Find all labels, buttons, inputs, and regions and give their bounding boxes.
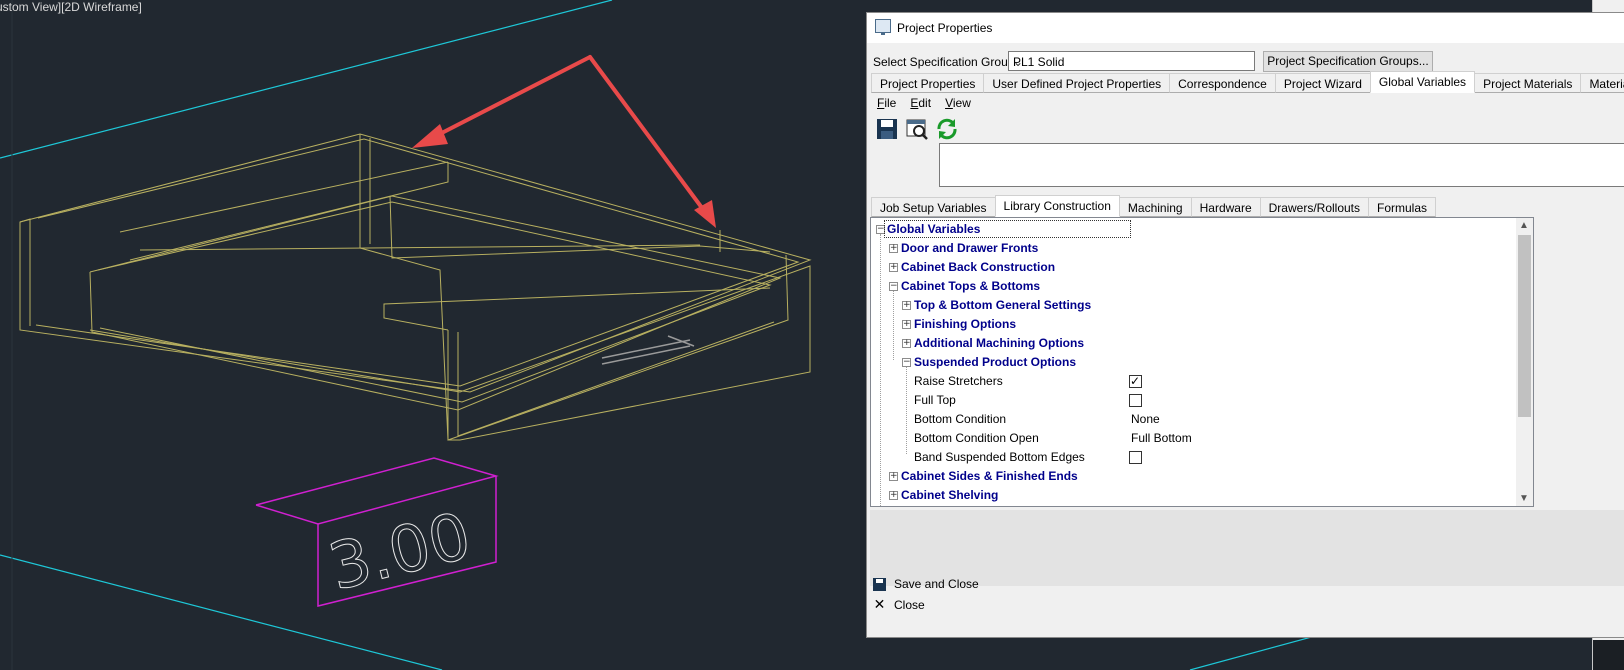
menu-view[interactable]: View — [945, 96, 971, 110]
tab-project-materials[interactable]: Project Materials — [1474, 73, 1582, 93]
tree-root[interactable]: − Global Variables — [871, 220, 1516, 239]
tree-node[interactable]: + Cabinet Sides & Finished Ends — [871, 467, 1516, 486]
tab-project-wizard[interactable]: Project Wizard — [1274, 73, 1371, 93]
scroll-up-icon[interactable]: ▲ — [1519, 220, 1529, 231]
tab-formulas[interactable]: Formulas — [1368, 197, 1437, 217]
close-icon: ✕ — [873, 597, 886, 613]
expand-icon[interactable]: + — [889, 472, 898, 481]
tree-node[interactable]: + Cabinet Back Construction — [871, 258, 1516, 277]
spec-group-select[interactable]: PL1 Solid ⌄ — [1008, 51, 1255, 71]
save-icon — [873, 577, 886, 591]
tab-correspondence[interactable]: Correspondence — [1169, 73, 1276, 93]
tab-hardware[interactable]: Hardware — [1190, 197, 1261, 217]
sub-tabs: Job Setup Variables Library Construction… — [871, 195, 1437, 217]
spec-groups-button[interactable]: Project Specification Groups... — [1263, 51, 1433, 72]
toolbar — [875, 117, 959, 141]
dimension-text: 3.00 3.00 — [321, 499, 478, 606]
refresh-icon[interactable] — [935, 117, 959, 141]
expand-icon[interactable]: + — [902, 320, 911, 329]
variables-tree[interactable]: − Global Variables + Door and Drawer Fro… — [870, 217, 1534, 507]
svg-text:3.00: 3.00 — [322, 499, 478, 605]
tree-node[interactable]: + Door and Drawer Fronts — [871, 239, 1516, 258]
tab-material-wizards[interactable]: Material Wizards — [1580, 73, 1624, 93]
main-tabs: Project Properties User Defined Project … — [871, 71, 1624, 94]
spec-group-label: Select Specification Group — [873, 55, 1015, 69]
menu-edit[interactable]: Edit — [910, 96, 931, 110]
expand-icon[interactable]: + — [889, 263, 898, 272]
property-full-top[interactable]: Full Top — [871, 391, 1516, 410]
tree-node[interactable]: − Cabinet Tops & Bottoms — [871, 277, 1516, 296]
menu-file[interactable]: File — [877, 96, 896, 110]
tab-job-setup[interactable]: Job Setup Variables — [871, 197, 996, 217]
cabinet-wireframe — [19, 133, 812, 441]
dialog-title: Project Properties — [897, 21, 993, 35]
expand-icon[interactable]: + — [902, 339, 911, 348]
save-icon[interactable] — [875, 117, 899, 141]
raise-stretchers-checkbox[interactable] — [1129, 372, 1142, 391]
property-raise-stretchers[interactable]: Raise Stretchers — [871, 372, 1516, 391]
save-and-close-label: Save and Close — [894, 577, 979, 591]
collapse-icon[interactable]: − — [902, 358, 911, 367]
band-edges-checkbox[interactable] — [1129, 451, 1142, 464]
tab-drawers-rollouts[interactable]: Drawers/Rollouts — [1259, 197, 1369, 217]
close-label: Close — [894, 598, 925, 612]
tab-library-construction[interactable]: Library Construction — [994, 195, 1120, 217]
tab-user-defined[interactable]: User Defined Project Properties — [983, 73, 1171, 93]
tree-scrollbar[interactable]: ▲ ▼ — [1516, 218, 1533, 506]
tab-project-properties[interactable]: Project Properties — [871, 73, 985, 93]
monitor-icon — [875, 19, 891, 35]
scroll-down-icon[interactable]: ▼ — [1519, 493, 1529, 504]
viewport-label: ustom View][2D Wireframe] — [0, 0, 142, 14]
expand-icon[interactable]: + — [889, 244, 898, 253]
property-bottom-condition[interactable]: Bottom Condition None — [871, 410, 1516, 429]
description-box[interactable] — [939, 143, 1624, 187]
property-band-edges[interactable]: Band Suspended Bottom Edges — [871, 448, 1516, 467]
preview-icon[interactable] — [905, 117, 929, 141]
tree-node[interactable]: + Additional Machining Options — [871, 334, 1516, 353]
handle — [601, 335, 695, 365]
save-and-close-button[interactable]: Save and Close — [873, 575, 979, 593]
property-bottom-condition-open[interactable]: Bottom Condition Open Full Bottom — [871, 429, 1516, 448]
chevron-down-icon[interactable]: ⌄ — [1013, 55, 1248, 69]
bottom-condition-open-value[interactable]: Full Bottom — [1131, 429, 1192, 448]
tree-node[interactable]: − Suspended Product Options — [871, 353, 1516, 372]
tree-node[interactable]: + Finishing Options — [871, 315, 1516, 334]
full-top-checkbox[interactable] — [1129, 394, 1142, 407]
tree-node[interactable]: + Cabinet Shelving — [871, 486, 1516, 505]
bottom-condition-value[interactable]: None — [1131, 410, 1160, 429]
description-panel — [870, 510, 1624, 586]
tab-global-variables[interactable]: Global Variables — [1369, 71, 1476, 93]
tab-machining[interactable]: Machining — [1118, 197, 1192, 217]
project-properties-dialog: Project Properties Select Specification … — [866, 12, 1624, 638]
expand-icon[interactable]: + — [902, 301, 911, 310]
collapse-icon[interactable]: − — [889, 282, 898, 291]
tree-node[interactable]: + Top & Bottom General Settings — [871, 296, 1516, 315]
expand-icon[interactable]: + — [889, 491, 898, 500]
close-button[interactable]: ✕ Close — [873, 596, 925, 614]
titlebar[interactable]: Project Properties — [867, 13, 1624, 43]
scroll-thumb[interactable] — [1518, 235, 1531, 417]
menubar: File Edit View — [877, 96, 971, 110]
